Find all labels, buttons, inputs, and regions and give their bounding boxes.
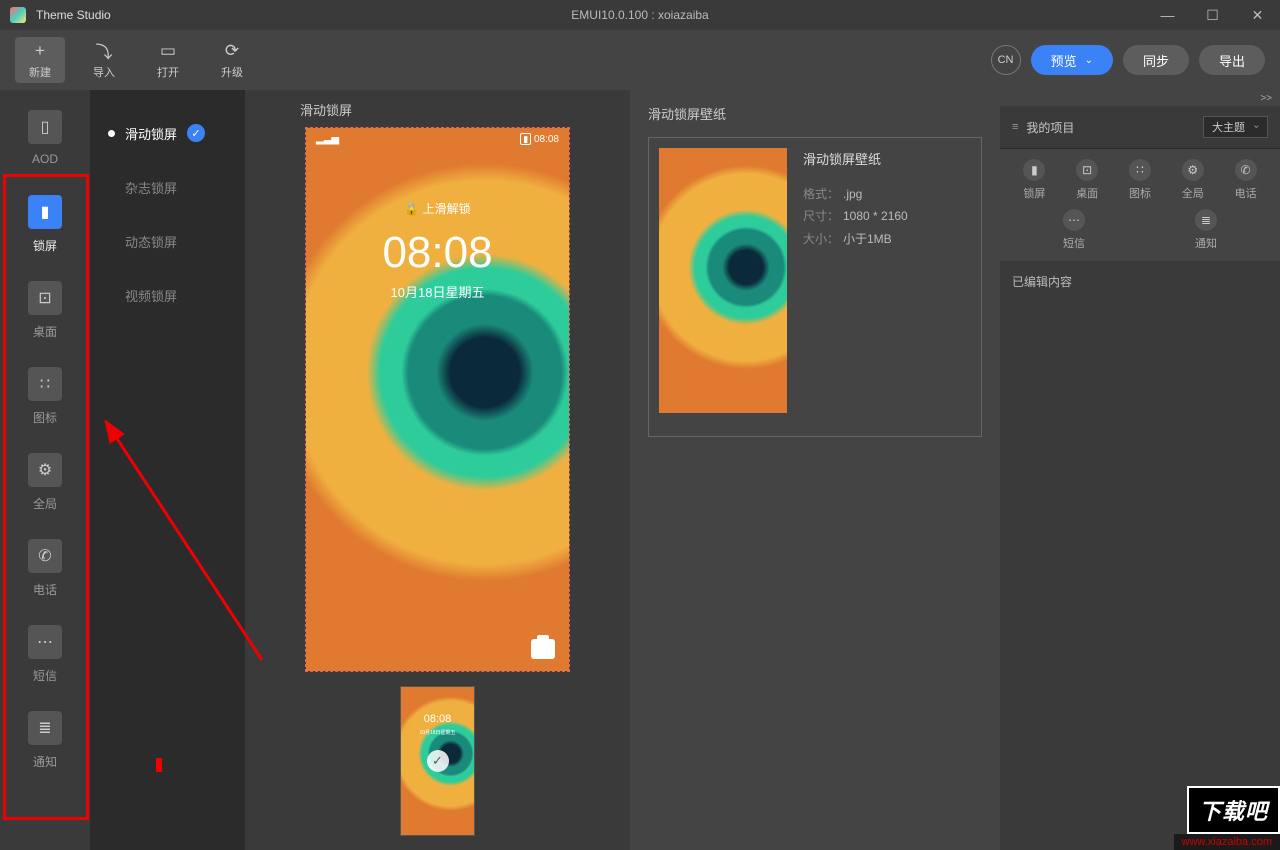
app-title: Theme Studio (36, 8, 111, 22)
lockscreen-icon: ▮ (1023, 159, 1045, 181)
wallpaper-box[interactable]: 滑动锁屏壁纸 格式：.jpg 尺寸：1080 * 2160 大小：小于1MB (648, 137, 982, 437)
preview-canvas: 滑动锁屏 ▂▃▅ ▮ 08:08 🔒 上滑解锁 08:08 10月18日星期五 … (245, 90, 630, 850)
gear-icon: ⚙ (28, 453, 62, 487)
nav-phone[interactable]: ✆ 电话 (14, 532, 76, 604)
close-button[interactable]: ✕ (1235, 0, 1280, 30)
annotation-mark (156, 758, 162, 772)
import-icon: ⤵ (96, 41, 113, 61)
proj-icons[interactable]: ∷图标 (1116, 159, 1164, 201)
battery-icon: ▮ (520, 133, 531, 145)
sub-magazine-lock[interactable]: 杂志锁屏 (90, 160, 245, 214)
icons-icon: ∷ (1129, 159, 1151, 181)
camera-icon (531, 639, 555, 659)
nav-icons[interactable]: ∷ 图标 (14, 360, 76, 432)
lock-clock: 08:08 10月18日星期五 (306, 228, 569, 301)
proj-lockscreen[interactable]: ▮锁屏 (1010, 159, 1058, 201)
proj-global[interactable]: ⚙全局 (1169, 159, 1217, 201)
left-nav: ▯ AOD ▮ 锁屏 ⊡ 桌面 ∷ 图标 ⚙ 全局 ✆ 电话 ⋯ 短信 ≣ 通知 (0, 90, 90, 850)
hamburger-icon: ≡ (1012, 121, 1018, 133)
sync-button[interactable]: 同步 (1123, 45, 1189, 75)
folder-icon: ▭ (160, 41, 176, 61)
bullet-icon (108, 130, 115, 137)
wallpaper-heading: 滑动锁屏壁纸 (648, 104, 982, 123)
phone-icon: ✆ (1235, 159, 1257, 181)
minimize-button[interactable]: — (1145, 0, 1190, 30)
wallpaper-title: 滑动锁屏壁纸 (803, 148, 908, 173)
proj-notification[interactable]: ≣通知 (1182, 209, 1230, 251)
nav-home[interactable]: ⊡ 桌面 (14, 274, 76, 346)
lockscreen-icon: ▮ (28, 195, 62, 229)
sub-video-lock[interactable]: 视频锁屏 (90, 268, 245, 322)
nav-notification[interactable]: ≣ 通知 (14, 704, 76, 776)
home-icon: ⊡ (1076, 159, 1098, 181)
right-panel: >> ≡ 我的项目 大主题 ▮锁屏 ⊡桌面 ∷图标 ⚙全局 ✆电话 ⋯短信 ≣通… (1000, 90, 1280, 850)
proj-sms[interactable]: ⋯短信 (1050, 209, 1098, 251)
unlock-hint: 🔒 上滑解锁 (306, 200, 569, 217)
thumbnail-selected-icon: ✓ (427, 750, 449, 772)
sub-dynamic-lock[interactable]: 动态锁屏 (90, 214, 245, 268)
wallpaper-format: .jpg (843, 187, 862, 201)
upgrade-button[interactable]: ⟳ 升级 (207, 37, 257, 83)
plus-icon: + (35, 41, 45, 61)
wallpaper-panel: 滑动锁屏壁纸 滑动锁屏壁纸 格式：.jpg 尺寸：1080 * 2160 大小：… (630, 90, 1000, 850)
project-label: 我的项目 (1026, 119, 1074, 136)
nav-sms[interactable]: ⋯ 短信 (14, 618, 76, 690)
phone-preview[interactable]: ▂▃▅ ▮ 08:08 🔒 上滑解锁 08:08 10月18日星期五 (305, 127, 570, 672)
canvas-title: 滑动锁屏 (300, 100, 352, 119)
edited-content-label: 已编辑内容 (1000, 261, 1280, 302)
new-button[interactable]: + 新建 (15, 37, 65, 83)
aod-icon: ▯ (28, 110, 62, 144)
import-button[interactable]: ⤵ 导入 (79, 37, 129, 83)
chevron-down-icon: ⌄ (1085, 55, 1093, 66)
preview-thumbnail[interactable]: 08:0810月18日星期五 ✓ (400, 686, 475, 836)
theme-select[interactable]: 大主题 (1203, 116, 1268, 138)
gear-icon: ⚙ (1182, 159, 1204, 181)
wallpaper-dimensions: 1080 * 2160 (843, 209, 908, 223)
proj-home[interactable]: ⊡桌面 (1063, 159, 1111, 201)
nav-aod[interactable]: ▯ AOD (14, 102, 76, 174)
signal-icon: ▂▃▅ (316, 134, 339, 145)
wallpaper-filesize: 小于1MB (843, 232, 892, 246)
sms-icon: ⋯ (1063, 209, 1085, 231)
sub-slide-lock[interactable]: 滑动锁屏 ✓ (90, 106, 245, 160)
maximize-button[interactable]: ☐ (1190, 0, 1235, 30)
watermark: 下载吧 www.xiazaiba.com (1174, 786, 1280, 850)
document-title: EMUI10.0.100 : xoiazaiba (571, 8, 708, 22)
check-icon: ✓ (187, 124, 205, 142)
upgrade-icon: ⟳ (225, 41, 239, 61)
open-button[interactable]: ▭ 打开 (143, 37, 193, 83)
lockscreen-sublist: 滑动锁屏 ✓ 杂志锁屏 动态锁屏 视频锁屏 (90, 90, 245, 850)
wallpaper-thumbnail (659, 148, 787, 413)
proj-phone[interactable]: ✆电话 (1222, 159, 1270, 201)
notification-icon: ≣ (28, 711, 62, 745)
preview-button[interactable]: 预览 ⌄ (1031, 45, 1113, 75)
home-icon: ⊡ (28, 281, 62, 315)
phone-icon: ✆ (28, 539, 62, 573)
language-toggle[interactable]: CN (991, 45, 1021, 75)
app-logo-icon (10, 7, 26, 23)
sms-icon: ⋯ (28, 625, 62, 659)
export-button[interactable]: 导出 (1199, 45, 1265, 75)
notification-icon: ≣ (1195, 209, 1217, 231)
expand-button[interactable]: >> (1260, 93, 1272, 104)
status-bar: ▂▃▅ ▮ 08:08 (306, 134, 569, 145)
nav-lockscreen[interactable]: ▮ 锁屏 (14, 188, 76, 260)
icons-icon: ∷ (28, 367, 62, 401)
nav-global[interactable]: ⚙ 全局 (14, 446, 76, 518)
